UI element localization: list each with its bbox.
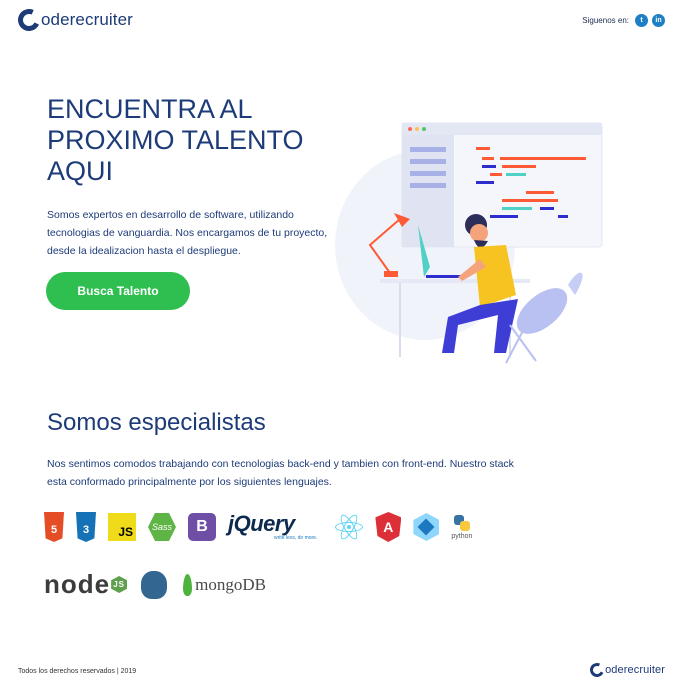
tech-row-1: 5 3 JS Sass B jQuery write less, do more… — [44, 512, 484, 542]
sidebar-line — [410, 159, 446, 164]
code-line — [540, 207, 554, 210]
javascript-icon: JS — [108, 513, 136, 541]
jquery-wordmark: jQuery — [228, 511, 295, 536]
code-line — [476, 147, 490, 150]
twitter-icon[interactable]: t — [635, 14, 648, 27]
postgresql-icon — [141, 570, 168, 599]
tech-row-2: node JS mongoDB — [44, 569, 278, 600]
laptop-base — [426, 275, 462, 278]
code-line — [558, 215, 568, 218]
react-icon — [335, 512, 364, 542]
mongodb-icon: mongoDB — [183, 573, 266, 596]
logo-c-icon — [588, 661, 607, 679]
window-dot-green — [422, 127, 426, 131]
code-line — [502, 165, 536, 168]
footer-rights: Todos los derechos reservados | 2019 — [18, 668, 137, 675]
code-line — [482, 165, 496, 168]
code-line — [500, 157, 586, 160]
code-line — [490, 215, 518, 218]
person-face — [470, 224, 488, 242]
hero-title: ENCUENTRA AL PROXIMO TALENTO AQUI — [47, 94, 304, 186]
webpack-icon — [413, 513, 440, 541]
python-label: python — [451, 532, 473, 540]
developer-illustration — [335, 122, 603, 364]
jquery-tagline: write less, do more. — [274, 535, 318, 541]
brand-logo[interactable]: oderecruiter — [14, 5, 133, 35]
webpack-core — [417, 518, 435, 536]
jquery-icon: jQuery write less, do more. — [228, 511, 318, 542]
css3-icon: 3 — [76, 512, 96, 542]
footer-logo[interactable]: oderecruiter — [588, 661, 665, 679]
code-line — [476, 181, 494, 184]
specialists-title: Somos especialistas — [47, 409, 266, 436]
mongodb-leaf-icon — [183, 573, 193, 596]
sidebar-line — [410, 183, 446, 188]
sidebar-line — [410, 171, 446, 176]
logo-c-icon — [14, 5, 44, 35]
node-wordmark: node — [44, 569, 111, 599]
hero-description: Somos expertos en desarrollo de software… — [47, 209, 328, 257]
linkedin-icon[interactable]: in — [652, 14, 665, 27]
code-line — [482, 157, 494, 160]
code-line — [526, 191, 554, 194]
window-dot-yellow — [415, 127, 419, 131]
specialists-description: Nos sentimos comodos trabajando con tecn… — [47, 458, 514, 488]
busca-talento-button[interactable]: Busca Talento — [46, 272, 190, 310]
bootstrap-icon: B — [188, 513, 216, 541]
social-links: Siguenos en: t in — [582, 14, 665, 27]
code-line — [502, 199, 558, 202]
angular-icon: A — [375, 512, 402, 542]
sidebar-line — [410, 147, 446, 152]
lamp-base — [384, 271, 398, 277]
logo-text: oderecruiter — [41, 10, 133, 29]
code-line — [490, 173, 502, 176]
plant-leaf — [568, 272, 583, 295]
python-logo — [453, 514, 470, 531]
window-bar — [402, 123, 602, 135]
window-dot-red — [408, 127, 412, 131]
python-icon: python — [451, 514, 473, 540]
nodejs-icon: node JS — [44, 569, 128, 600]
chair-back — [516, 288, 568, 334]
footer-logo-text: oderecruiter — [605, 664, 665, 676]
node-js-badge: JS — [111, 576, 128, 593]
mongodb-wordmark: mongoDB — [195, 574, 266, 594]
social-label: Siguenos en: — [582, 16, 629, 25]
sass-icon: Sass — [148, 513, 176, 541]
code-line — [502, 207, 532, 210]
html5-icon: 5 — [44, 512, 64, 542]
code-line — [506, 173, 526, 176]
